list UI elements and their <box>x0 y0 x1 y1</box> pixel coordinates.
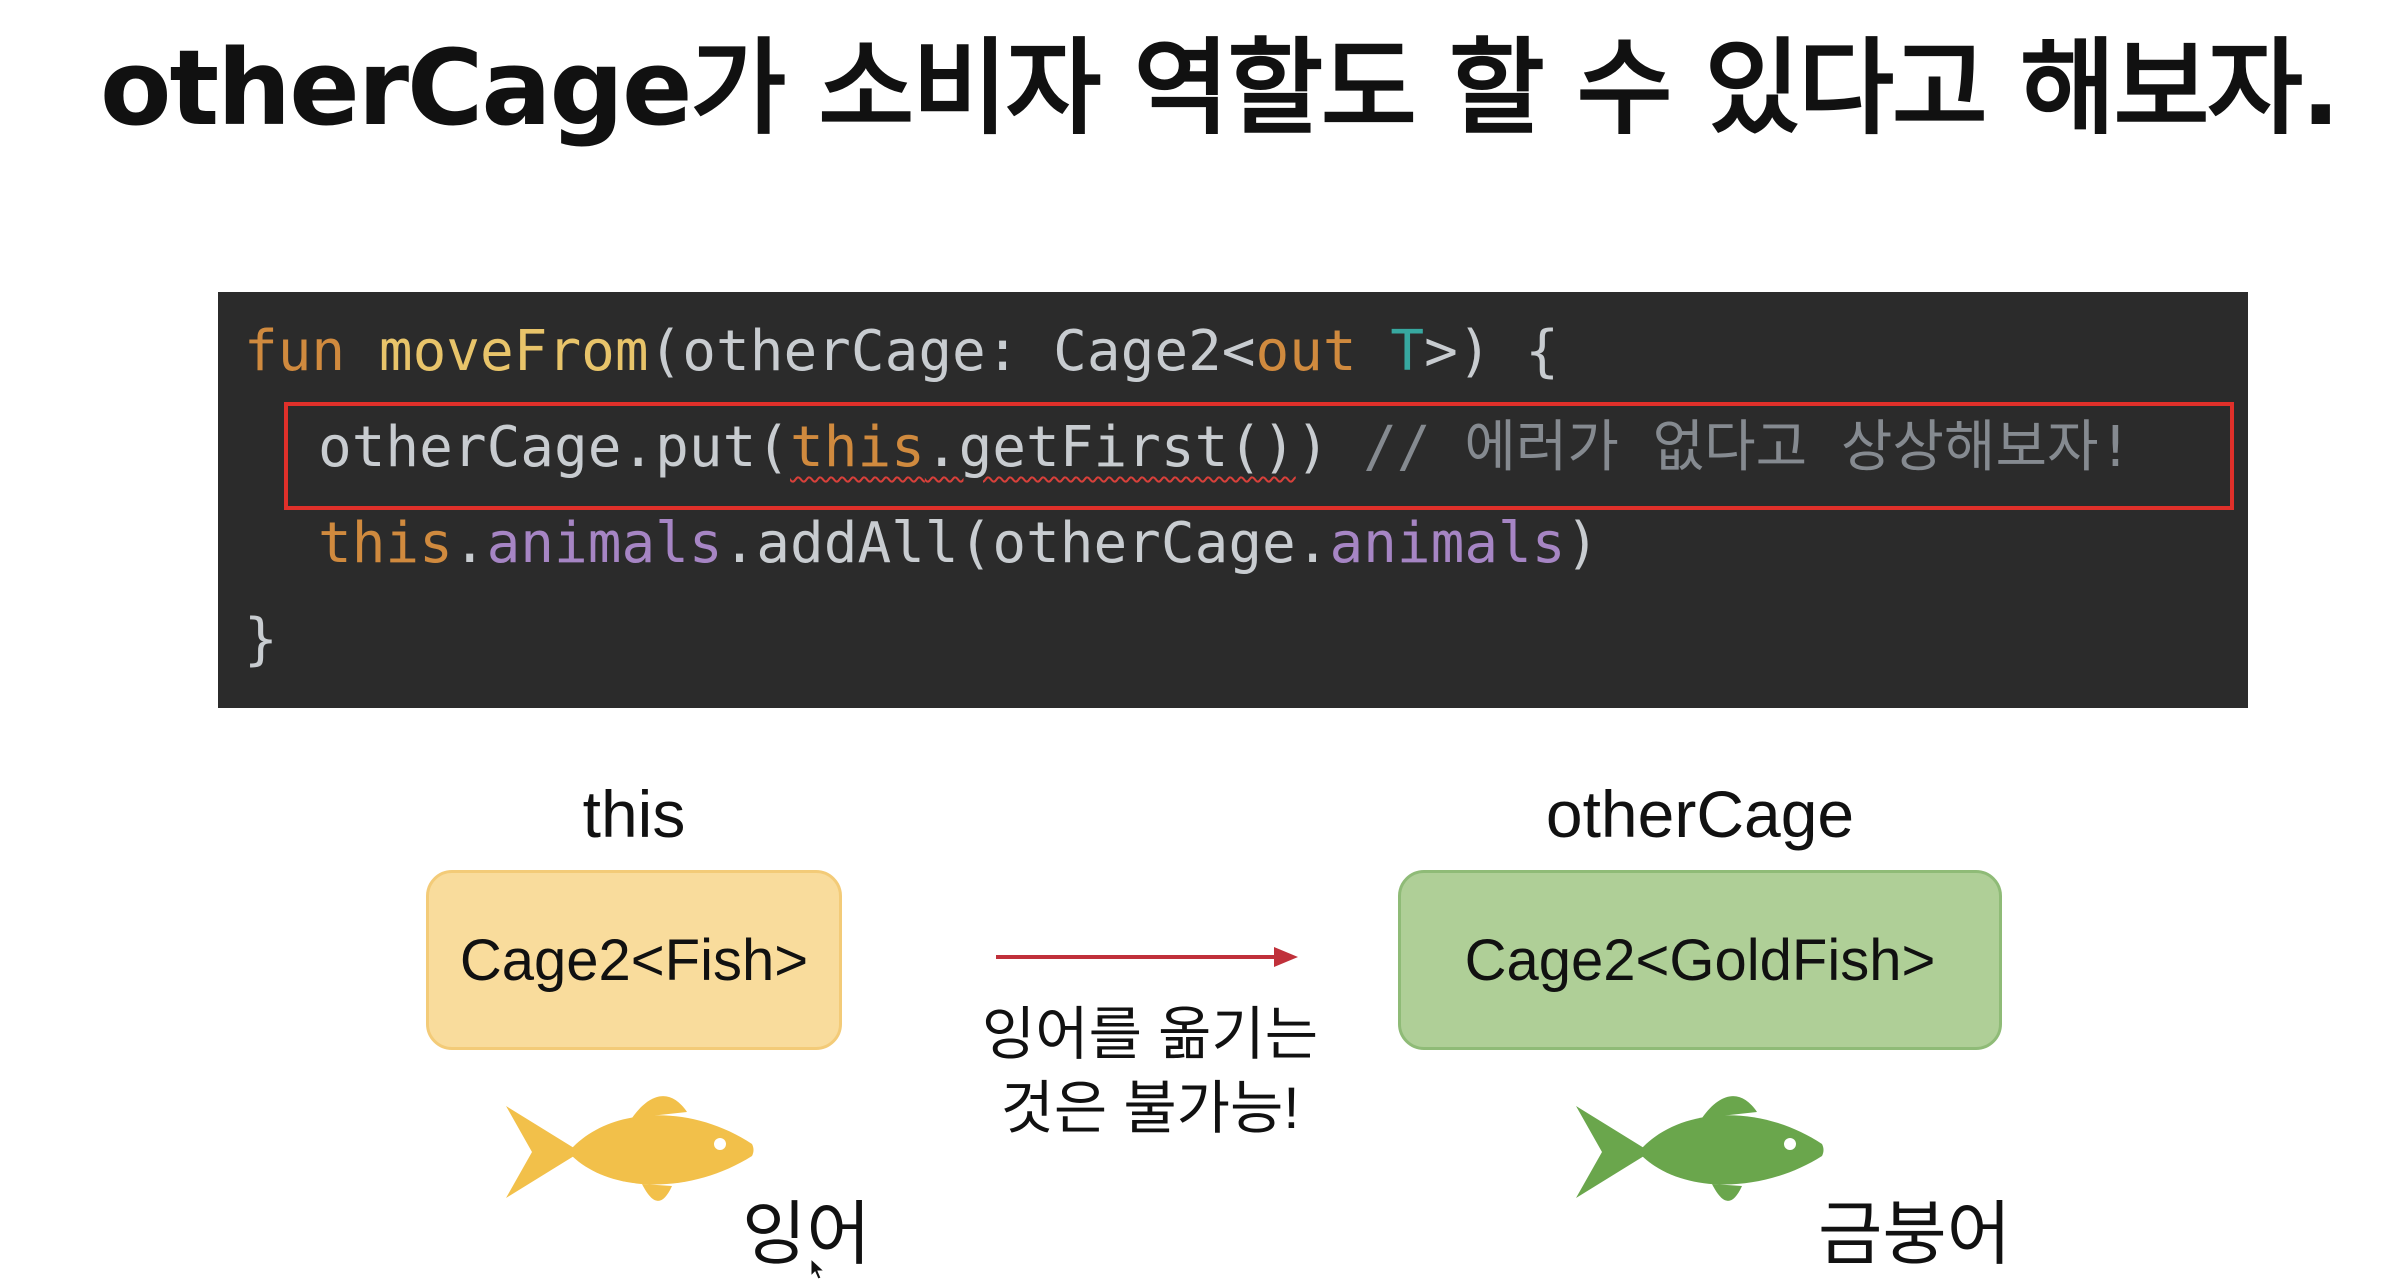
move-note: 잉어를 옮기는 것은 불가능! <box>940 998 1360 1146</box>
function-name: moveFrom <box>378 319 649 384</box>
property-animals: animals <box>486 511 723 576</box>
code-block: fun moveFrom(otherCage: Cage2<out T>) { … <box>218 292 2248 708</box>
dot: . <box>452 511 487 576</box>
put-close: ) <box>1295 415 1330 480</box>
right-cage-label: otherCage <box>1545 777 1855 851</box>
property-animals-2: animals <box>1329 511 1566 576</box>
carp-label: 잉어 <box>742 1195 871 1273</box>
code-line-2: otherCage.put(this.getFirst()) // 에러가 없다… <box>318 414 2132 482</box>
params-close: >) { <box>1424 319 1559 384</box>
left-cage-box: Cage2<Fish> <box>426 870 842 1050</box>
keyword-out: out <box>1255 319 1357 384</box>
code-line-1: fun moveFrom(otherCage: Cage2<out T>) { <box>244 318 1559 386</box>
error-this: this <box>790 415 925 480</box>
put-call: otherCage.put( <box>318 415 791 480</box>
right-cage-box: Cage2<GoldFish> <box>1398 870 2002 1050</box>
error-getfirst: .getFirst() <box>924 415 1296 480</box>
left-cage-label: this <box>582 777 686 851</box>
code-line-3: this.animals.addAll(otherCage.animals) <box>318 510 1599 578</box>
note-line-1: 잉어를 옮기는 <box>981 1002 1319 1067</box>
addall-call: .addAll(otherCage. <box>722 511 1330 576</box>
keyword-this: this <box>318 511 453 576</box>
keyword-fun: fun <box>244 319 346 384</box>
params-open: (otherCage: Cage2< <box>648 319 1256 384</box>
mouse-cursor-icon <box>810 1258 826 1280</box>
right-cage-type: Cage2<GoldFish> <box>1464 927 1936 993</box>
goldfish-label: 금붕어 <box>1818 1195 2012 1273</box>
note-line-2: 것은 불가능! <box>1000 1076 1300 1141</box>
goldfish-icon <box>1576 1096 1824 1201</box>
addall-close: ) <box>1565 511 1600 576</box>
type-param: T <box>1390 319 1425 384</box>
carp-fish-icon <box>506 1096 754 1201</box>
slide-title: otherCage가 소비자 역할도 할 수 있다고 해보자. <box>100 27 2340 149</box>
arrow-right-icon <box>996 947 1298 967</box>
left-cage-type: Cage2<Fish> <box>459 927 809 993</box>
code-comment: // 에러가 없다고 상상해보자! <box>1363 415 2133 480</box>
code-line-4: } <box>244 607 278 672</box>
